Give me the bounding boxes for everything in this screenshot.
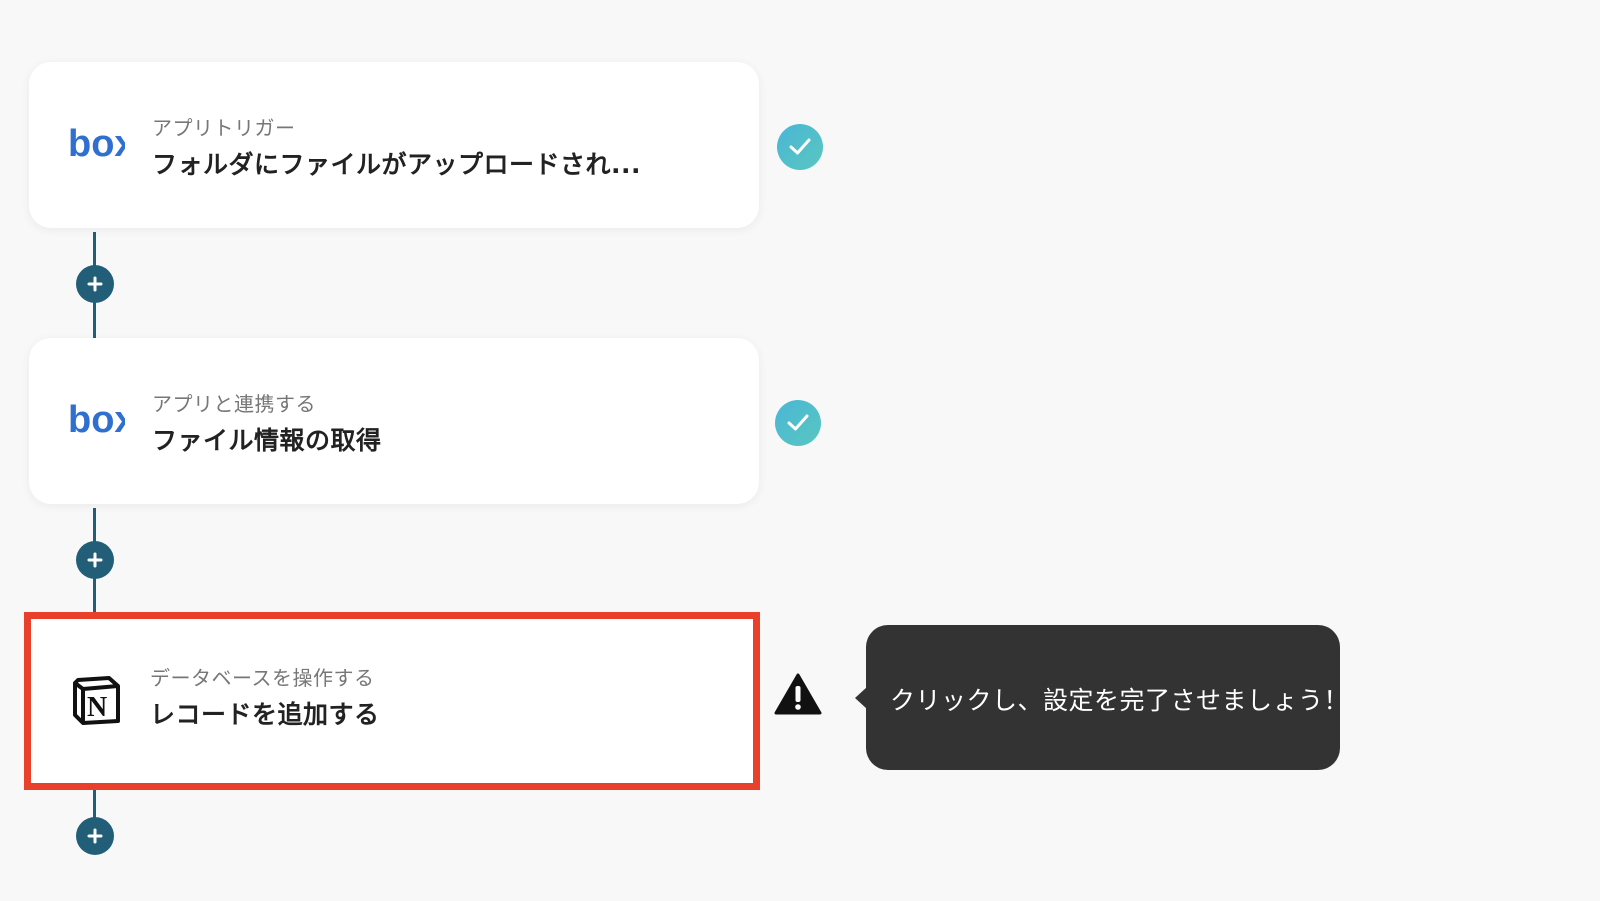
step-type-label: アプリと連携する bbox=[152, 392, 316, 416]
svg-text:box: box bbox=[68, 123, 125, 162]
box-logo-icon: box bbox=[68, 399, 125, 438]
flow-step-card-action[interactable]: box アプリと連携する ファイル情報の取得 bbox=[29, 338, 759, 504]
warning-icon bbox=[774, 673, 822, 715]
step-complete-check-icon bbox=[777, 124, 823, 170]
step-title: フォルダにファイルがアップロードされ... bbox=[152, 150, 641, 179]
plus-icon bbox=[87, 276, 103, 292]
step-complete-check-icon bbox=[775, 400, 821, 446]
add-step-button[interactable] bbox=[76, 265, 114, 303]
plus-icon bbox=[87, 552, 103, 568]
plus-icon bbox=[87, 828, 103, 844]
flow-step-card-database[interactable]: N データベースを操作する レコードを追加する bbox=[24, 612, 760, 790]
setup-tooltip: クリックし、設定を完了させましょう！ bbox=[855, 625, 1349, 770]
flow-step-card-trigger[interactable]: box アプリトリガー フォルダにファイルがアップロードされ... bbox=[29, 62, 759, 228]
add-step-button[interactable] bbox=[76, 817, 114, 855]
step-type-label: データベースを操作する bbox=[150, 666, 375, 690]
notion-logo-icon: N bbox=[73, 676, 120, 725]
step-title: ファイル情報の取得 bbox=[152, 426, 382, 455]
tooltip-text: クリックし、設定を完了させましょう！ bbox=[890, 686, 1350, 715]
step-type-label: アプリトリガー bbox=[152, 116, 296, 140]
svg-text:N: N bbox=[87, 692, 107, 723]
box-logo-icon: box bbox=[68, 123, 125, 162]
step-title: レコードを追加する bbox=[150, 700, 380, 729]
add-step-button[interactable] bbox=[76, 541, 114, 579]
svg-text:box: box bbox=[68, 399, 125, 438]
